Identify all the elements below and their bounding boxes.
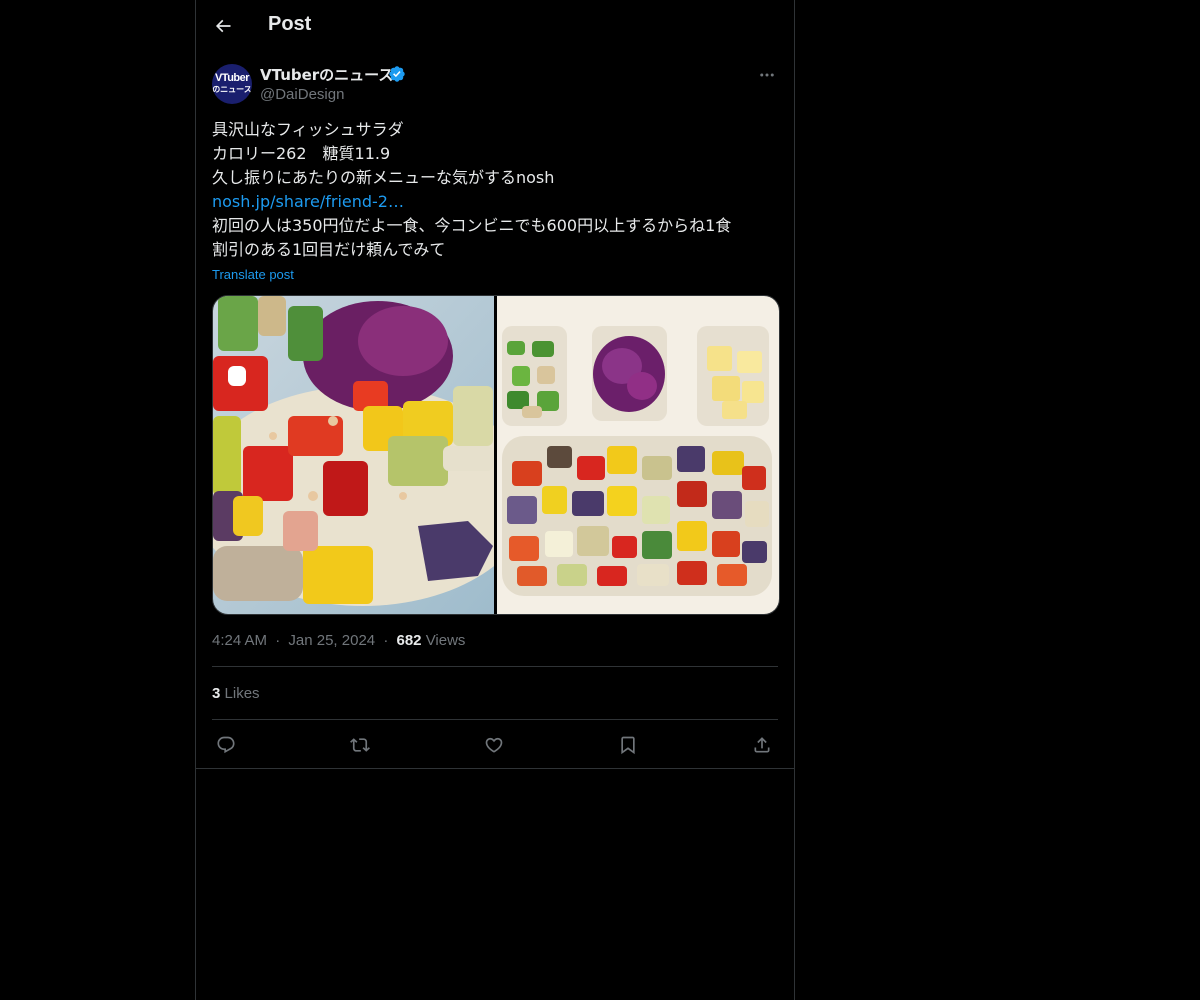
author-display-name[interactable]: VTuberのニュース: [260, 64, 393, 85]
reply-icon: [217, 736, 235, 754]
more-horizontal-icon: [760, 73, 774, 77]
post-column: Post VTuber のニュース VTuberのニュース @DaiDesign…: [195, 0, 795, 1000]
likes-summary[interactable]: 3 Likes: [212, 685, 260, 702]
post-text: 具沢山なフィッシュサラダ カロリー262 糖質11.9 久し振りにあたりの新メニ…: [212, 118, 778, 262]
views-count: 682: [396, 632, 422, 649]
post-text-line: 初回の人は350円位だよ一食、今コンビニでも600円以上するからね1食: [212, 216, 732, 235]
back-button[interactable]: [208, 11, 238, 41]
avatar-text-bottom: のニュース: [212, 85, 252, 94]
arrow-left-icon: [215, 19, 231, 33]
post-date[interactable]: Jan 25, 2024: [288, 632, 375, 649]
views-label: Views: [425, 632, 466, 649]
post-author: VTuber のニュース VTuberのニュース @DaiDesign: [212, 64, 778, 108]
meta-separator: ·: [275, 632, 281, 649]
bookmark-button[interactable]: [614, 731, 642, 759]
media-image-fish-salad[interactable]: [213, 296, 494, 614]
avatar-text-top: VTuber: [214, 72, 250, 84]
page-title: Post: [268, 13, 312, 35]
post-actions: [212, 731, 778, 759]
post-link[interactable]: nosh.jp/share/friend-2…: [212, 190, 778, 214]
divider: [212, 719, 778, 720]
post-text-line: 久し振りにあたりの新メニューな気がするnosh: [212, 168, 555, 187]
like-button[interactable]: [480, 731, 508, 759]
post-time[interactable]: 4:24 AM: [212, 632, 267, 649]
repost-button[interactable]: [346, 731, 374, 759]
avatar[interactable]: VTuber のニュース: [212, 64, 252, 104]
share-button[interactable]: [748, 731, 776, 759]
post-text-line: 割引のある1回目だけ頼んでみて: [212, 240, 446, 259]
heart-icon: [485, 737, 503, 753]
author-handle[interactable]: @DaiDesign: [260, 86, 344, 103]
reply-button[interactable]: [212, 731, 240, 759]
meta-separator: ·: [383, 632, 389, 649]
verified-badge-icon: [389, 66, 405, 82]
bookmark-icon: [621, 736, 635, 755]
post-text-line: 具沢山なフィッシュサラダ: [212, 120, 404, 139]
post-text-line: カロリー262 糖質11.9: [212, 144, 391, 163]
share-icon: [754, 737, 770, 753]
post-bottom-border: [196, 768, 794, 769]
repost-icon: [350, 738, 370, 752]
likes-count: 3: [212, 685, 221, 702]
likes-label: Likes: [224, 685, 260, 702]
post-meta: 4:24 AM · Jan 25, 2024 · 682 Views: [212, 632, 465, 649]
media-image-meal-tray[interactable]: [497, 296, 779, 614]
divider: [212, 666, 778, 667]
post-header: Post: [196, 0, 794, 53]
more-options-button[interactable]: [756, 64, 778, 86]
post-media: [212, 295, 780, 615]
translate-post-link[interactable]: Translate post: [212, 267, 294, 282]
